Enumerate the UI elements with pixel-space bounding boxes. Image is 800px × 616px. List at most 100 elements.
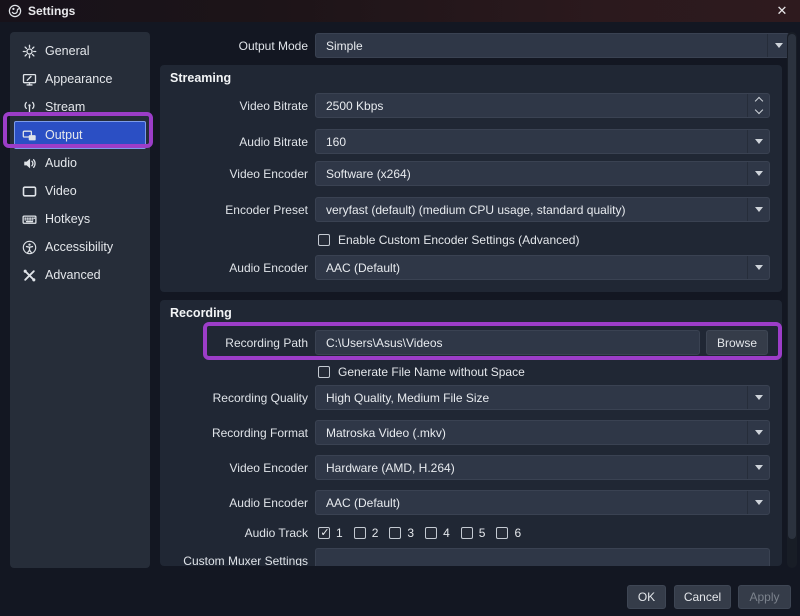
recording-path-input[interactable]: [315, 330, 700, 355]
custom-muxer-label: Custom Muxer Settings: [160, 548, 308, 566]
rec-video-encoder-value: Hardware (AMD, H.264): [316, 461, 455, 475]
audio-track-6-label: 6: [514, 526, 521, 540]
audio-track-6-checkbox[interactable]: [496, 527, 508, 539]
chevron-down-icon[interactable]: [747, 491, 769, 514]
chevron-down-icon[interactable]: [747, 130, 769, 153]
output-mode-value: Simple: [316, 39, 363, 53]
settings-sidebar: General Appearance Stream Output: [10, 32, 150, 568]
audio-track-row: Audio Track 1 2 3 4 5 6: [160, 525, 782, 541]
audio-track-2-label: 2: [372, 526, 379, 540]
sidebar-item-label: Hotkeys: [45, 212, 90, 226]
advanced-icon: [22, 268, 37, 283]
cancel-button[interactable]: Cancel: [674, 585, 731, 609]
stream-audio-encoder-row: Audio Encoder AAC (Default): [160, 255, 782, 280]
audio-bitrate-label: Audio Bitrate: [160, 129, 308, 154]
stream-video-encoder-row: Video Encoder Software (x264): [160, 161, 782, 186]
audio-track-3-label: 3: [407, 526, 414, 540]
sidebar-item-general[interactable]: General: [14, 37, 146, 65]
recording-format-value: Matroska Video (.mkv): [316, 426, 446, 440]
scrollbar-thumb[interactable]: [788, 34, 796, 539]
audio-bitrate-select[interactable]: 160: [315, 129, 770, 154]
obs-logo-icon: [8, 4, 22, 18]
stream-audio-encoder-label: Audio Encoder: [160, 255, 308, 280]
filename-no-space-label: Generate File Name without Space: [338, 365, 525, 379]
encoder-preset-row: Encoder Preset veryfast (default) (mediu…: [160, 197, 782, 222]
sidebar-item-advanced[interactable]: Advanced: [14, 261, 146, 289]
streaming-heading: Streaming: [170, 71, 231, 85]
stream-video-encoder-select[interactable]: Software (x264): [315, 161, 770, 186]
stream-icon: [22, 100, 37, 115]
rec-video-encoder-select[interactable]: Hardware (AMD, H.264): [315, 455, 770, 480]
recording-quality-select[interactable]: High Quality, Medium File Size: [315, 385, 770, 410]
filename-no-space-checkbox[interactable]: [318, 366, 330, 378]
sidebar-item-label: Audio: [45, 156, 77, 170]
window-title: Settings: [28, 4, 75, 18]
chevron-down-icon[interactable]: [747, 456, 769, 479]
audio-track-label: Audio Track: [160, 525, 308, 541]
spinner-arrows-icon[interactable]: [747, 94, 769, 117]
apply-button[interactable]: Apply: [738, 585, 791, 609]
encoder-preset-label: Encoder Preset: [160, 197, 308, 222]
chevron-down-icon[interactable]: [747, 198, 769, 221]
video-bitrate-row: Video Bitrate 2500 Kbps: [160, 93, 782, 118]
recording-format-select[interactable]: Matroska Video (.mkv): [315, 420, 770, 445]
sidebar-item-accessibility[interactable]: Accessibility: [14, 233, 146, 261]
recording-section: Recording Recording Path Browse Generate…: [160, 300, 782, 566]
audio-track-4-label: 4: [443, 526, 450, 540]
encoder-preset-select[interactable]: veryfast (default) (medium CPU usage, st…: [315, 197, 770, 222]
audio-track-1-checkbox[interactable]: [318, 527, 330, 539]
close-icon[interactable]: ✕: [770, 0, 794, 22]
sidebar-item-stream[interactable]: Stream: [14, 93, 146, 121]
sidebar-item-label: Appearance: [45, 72, 112, 86]
output-icon: [22, 128, 37, 143]
browse-button[interactable]: Browse: [706, 330, 768, 355]
rec-video-encoder-label: Video Encoder: [160, 455, 308, 480]
sidebar-item-label: Video: [45, 184, 77, 198]
recording-quality-label: Recording Quality: [160, 385, 308, 410]
video-bitrate-value: 2500 Kbps: [316, 99, 383, 113]
audio-track-4-checkbox[interactable]: [425, 527, 437, 539]
stream-audio-encoder-select[interactable]: AAC (Default): [315, 255, 770, 280]
stream-video-encoder-label: Video Encoder: [160, 161, 308, 186]
rec-audio-encoder-value: AAC (Default): [316, 496, 400, 510]
titlebar: Settings ✕: [0, 0, 800, 22]
custom-muxer-input[interactable]: [315, 548, 770, 566]
output-mode-label: Output Mode: [160, 33, 308, 58]
content-scrollbar[interactable]: [787, 32, 797, 568]
sidebar-item-output[interactable]: Output: [14, 121, 146, 149]
sidebar-item-label: Stream: [45, 100, 85, 114]
custom-encoder-checkbox-label: Enable Custom Encoder Settings (Advanced…: [338, 233, 579, 247]
ok-button[interactable]: OK: [627, 585, 666, 609]
audio-track-3-checkbox[interactable]: [389, 527, 401, 539]
video-bitrate-spinbox[interactable]: 2500 Kbps: [315, 93, 770, 118]
stream-video-encoder-value: Software (x264): [316, 167, 411, 181]
audio-track-5-checkbox[interactable]: [461, 527, 473, 539]
encoder-preset-value: veryfast (default) (medium CPU usage, st…: [316, 203, 625, 217]
recording-quality-row: Recording Quality High Quality, Medium F…: [160, 385, 782, 410]
output-mode-select[interactable]: Simple: [315, 33, 790, 58]
chevron-down-icon[interactable]: [747, 256, 769, 279]
appearance-icon: [22, 72, 37, 87]
sidebar-item-hotkeys[interactable]: Hotkeys: [14, 205, 146, 233]
chevron-down-icon[interactable]: [767, 34, 789, 57]
output-mode-row: Output Mode Simple: [160, 33, 790, 58]
chevron-down-icon[interactable]: [747, 421, 769, 444]
rec-video-encoder-row: Video Encoder Hardware (AMD, H.264): [160, 455, 782, 480]
sidebar-item-label: Accessibility: [45, 240, 113, 254]
filename-no-space-row: Generate File Name without Space: [318, 365, 525, 379]
custom-encoder-checkbox[interactable]: [318, 234, 330, 246]
gear-icon: [22, 44, 37, 59]
rec-audio-encoder-select[interactable]: AAC (Default): [315, 490, 770, 515]
accessibility-icon: [22, 240, 37, 255]
stream-audio-encoder-value: AAC (Default): [316, 261, 400, 275]
chevron-down-icon[interactable]: [747, 386, 769, 409]
audio-track-2-checkbox[interactable]: [354, 527, 366, 539]
rec-audio-encoder-label: Audio Encoder: [160, 490, 308, 515]
sidebar-item-video[interactable]: Video: [14, 177, 146, 205]
custom-muxer-row: Custom Muxer Settings: [160, 548, 782, 566]
rec-audio-encoder-row: Audio Encoder AAC (Default): [160, 490, 782, 515]
sidebar-item-audio[interactable]: Audio: [14, 149, 146, 177]
video-icon: [22, 184, 37, 199]
chevron-down-icon[interactable]: [747, 162, 769, 185]
sidebar-item-appearance[interactable]: Appearance: [14, 65, 146, 93]
